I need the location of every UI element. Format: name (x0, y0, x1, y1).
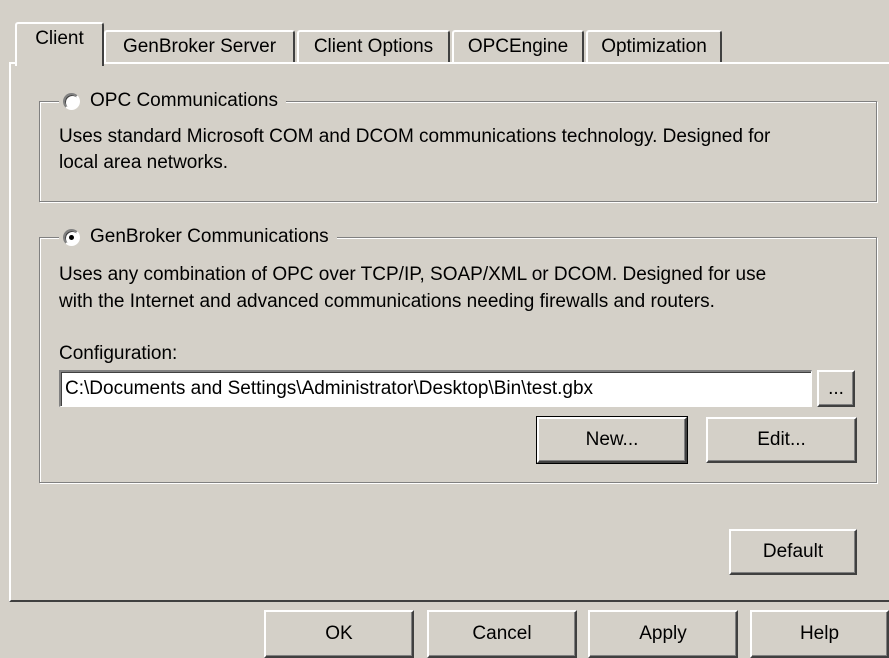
ok-button[interactable]: OK (264, 610, 414, 658)
tab-optimization[interactable]: Optimization (586, 30, 722, 63)
browse-button[interactable]: ... (817, 370, 855, 407)
tab-opcengine[interactable]: OPCEngine (452, 30, 584, 63)
configuration-label: Configuration: (59, 343, 178, 364)
edit-button[interactable]: Edit... (706, 417, 857, 463)
opc-communications-label[interactable]: OPC Communications (90, 90, 278, 112)
tab-client[interactable]: Client (15, 22, 104, 66)
genbroker-communications-label[interactable]: GenBroker Communications (90, 226, 329, 248)
genbroker-description-line1: Uses any combination of OPC over TCP/IP,… (59, 264, 767, 285)
radio-checked-icon[interactable] (63, 228, 80, 246)
cancel-button[interactable]: Cancel (427, 610, 577, 658)
help-button[interactable]: Help (750, 610, 889, 658)
configuration-path-input[interactable]: C:\Documents and Settings\Administrator\… (59, 370, 812, 407)
opc-description-line2: local area networks. (59, 152, 228, 173)
tab-client-options[interactable]: Client Options (297, 30, 450, 63)
genbroker-communications-radio[interactable]: GenBroker Communications (59, 224, 337, 250)
opc-communications-radio[interactable]: OPC Communications (59, 88, 286, 114)
opc-description-line1: Uses standard Microsoft COM and DCOM com… (59, 126, 771, 147)
genbroker-description-line2: with the Internet and advanced communica… (59, 291, 715, 312)
radio-unchecked-icon[interactable] (63, 92, 80, 110)
tab-genbroker-server[interactable]: GenBroker Server (104, 30, 295, 63)
default-button[interactable]: Default (729, 529, 857, 575)
apply-button[interactable]: Apply (588, 610, 738, 658)
new-button[interactable]: New... (536, 416, 688, 464)
